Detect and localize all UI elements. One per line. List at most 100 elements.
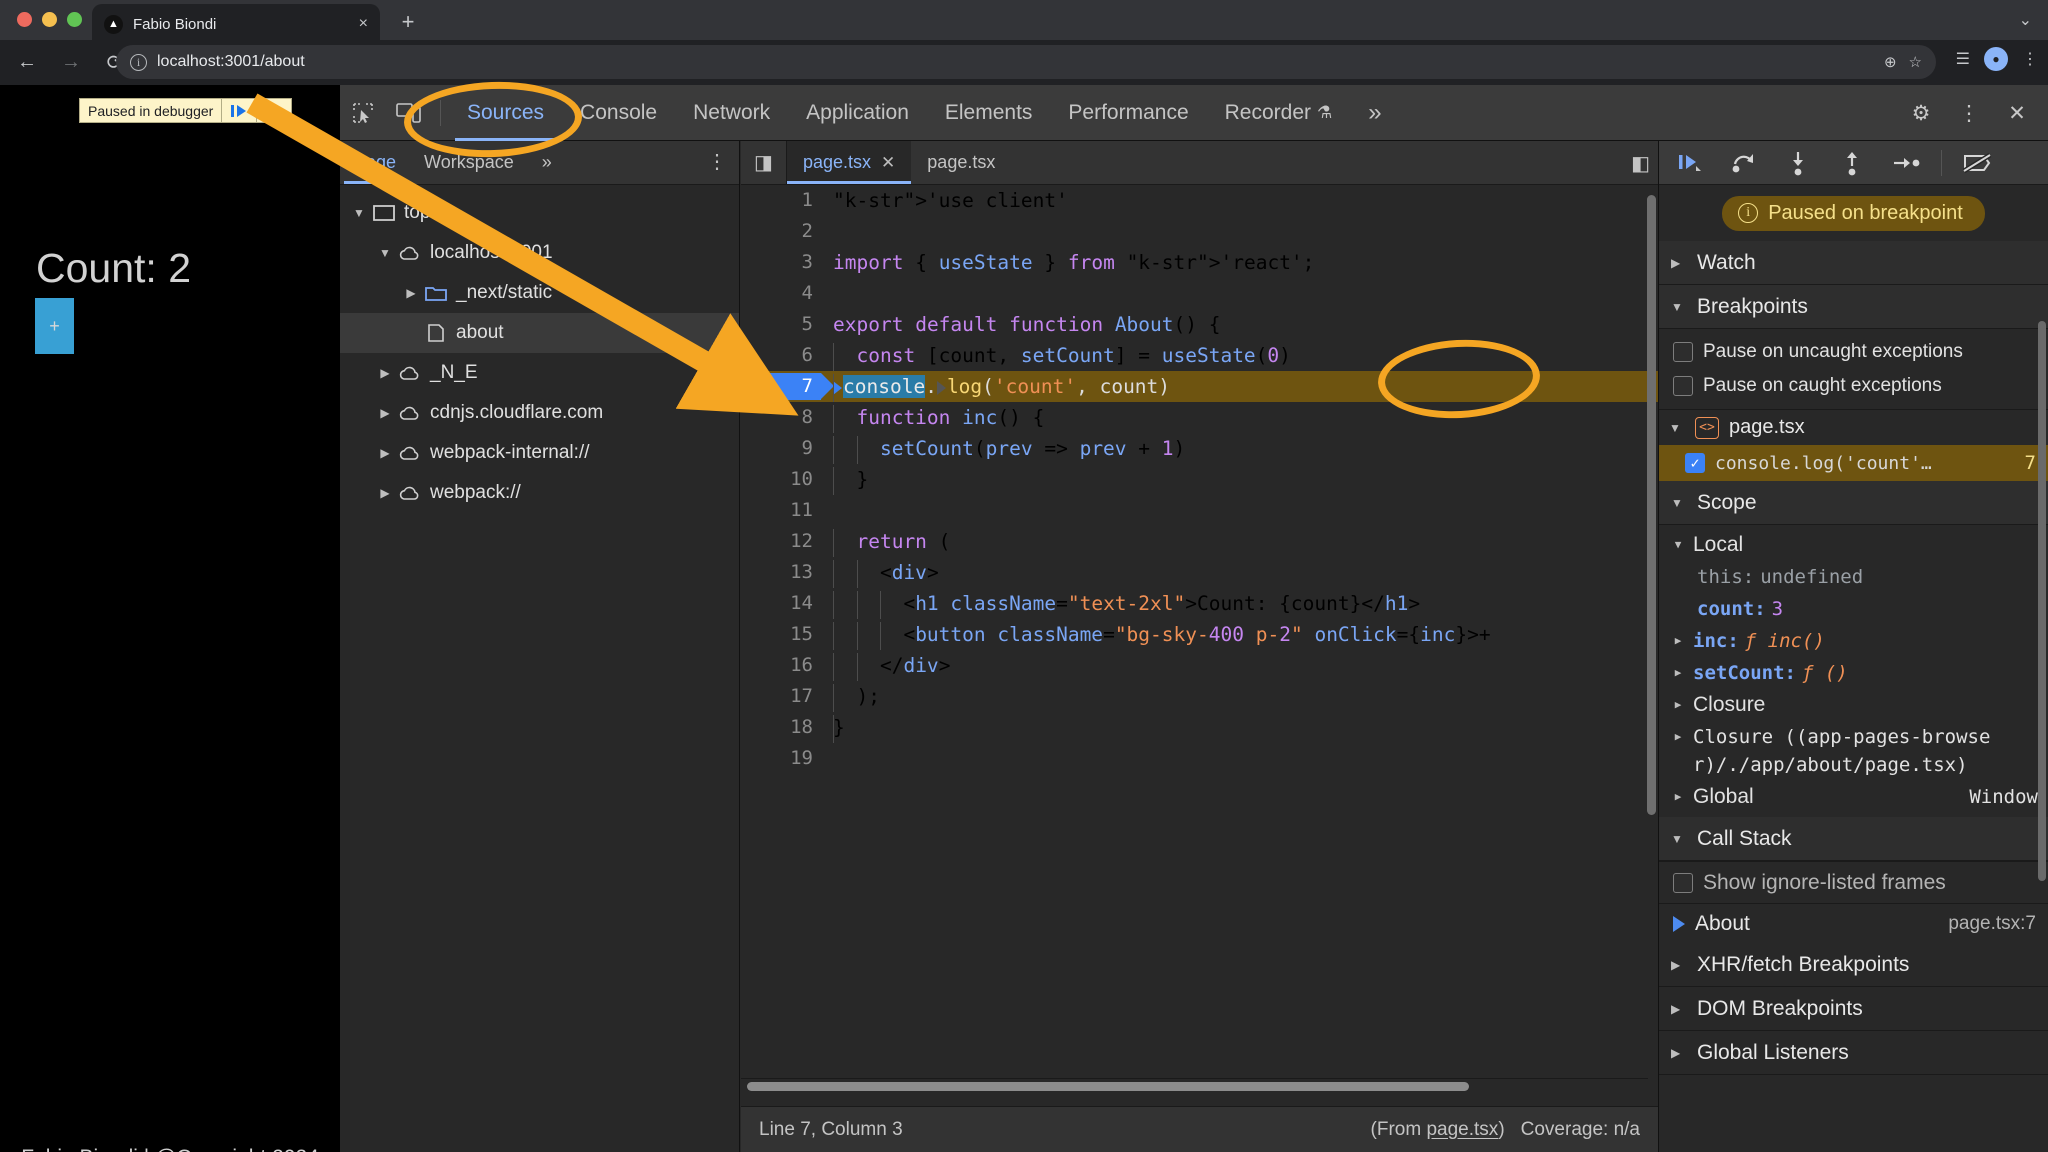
close-icon[interactable]: ✕: [881, 153, 895, 173]
section-breakpoints[interactable]: ▼ Breakpoints: [1659, 285, 2048, 329]
breakpoint-file-group[interactable]: ▼ <> page.tsx: [1659, 409, 2048, 445]
editor-vertical-scrollbar[interactable]: [1647, 195, 1656, 815]
line-number[interactable]: 12: [741, 526, 813, 557]
code-line[interactable]: 12 return (: [741, 526, 1658, 557]
line-number[interactable]: 1: [741, 185, 813, 216]
tree-item-next-static[interactable]: ▶ _next/static: [340, 273, 739, 313]
editor-tab-page-tsx-second[interactable]: page.tsx: [911, 141, 1011, 184]
extensions-icon[interactable]: ☰: [1956, 49, 1970, 69]
line-number[interactable]: 19: [741, 743, 813, 774]
browser-menu-icon[interactable]: ⋮: [2022, 49, 2038, 69]
tab-application[interactable]: Application: [788, 85, 927, 141]
resume-script-button[interactable]: [222, 103, 256, 119]
step-over-button[interactable]: [1717, 143, 1771, 183]
tab-elements[interactable]: Elements: [927, 85, 1051, 141]
kebab-menu-icon[interactable]: ⋮: [1948, 92, 1990, 134]
line-number[interactable]: 8: [741, 402, 813, 433]
deactivate-breakpoints-button[interactable]: [1950, 143, 2004, 183]
tree-item-webpack[interactable]: ▶ webpack://: [340, 473, 739, 513]
navigator-kebab-icon[interactable]: ⋮: [703, 149, 731, 174]
gear-icon[interactable]: ⚙: [1900, 92, 1942, 134]
checkbox[interactable]: [1673, 342, 1693, 362]
code-line[interactable]: 8 function inc() {: [741, 402, 1658, 433]
line-number[interactable]: 14: [741, 588, 813, 619]
navigator-tab-page[interactable]: Page: [340, 141, 410, 184]
line-number[interactable]: 17: [741, 681, 813, 712]
minimize-window-button[interactable]: [42, 12, 57, 27]
checkbox[interactable]: [1673, 872, 1693, 893]
chevron-down-icon[interactable]: ▼: [348, 206, 370, 220]
chevron-right-icon[interactable]: ▶: [374, 486, 396, 500]
line-number[interactable]: 2: [741, 216, 813, 247]
line-number[interactable]: 18: [741, 712, 813, 743]
dock-panel-icon[interactable]: ◧: [1631, 151, 1650, 176]
scrollbar-thumb[interactable]: [747, 1082, 1469, 1091]
call-stack-frame[interactable]: About page.tsx:7: [1659, 903, 2048, 943]
code-line[interactable]: 9 setCount(prev => prev + 1): [741, 433, 1658, 464]
line-number[interactable]: 3: [741, 247, 813, 278]
editor-tab-page-tsx-active[interactable]: page.tsx ✕: [787, 141, 912, 184]
code-line[interactable]: 16 </div>: [741, 650, 1658, 681]
line-number[interactable]: 11: [741, 495, 813, 526]
chevron-down-icon[interactable]: ⌄: [2019, 10, 2032, 30]
avatar[interactable]: ●: [1984, 47, 2008, 71]
line-number[interactable]: 10: [741, 464, 813, 495]
step-button[interactable]: [1879, 143, 1933, 183]
chevron-right-icon[interactable]: ▶: [400, 286, 422, 300]
tab-performance[interactable]: Performance: [1050, 85, 1206, 141]
code-line[interactable]: 3 import { useState } from "k-str">'react…: [741, 247, 1658, 278]
code-line[interactable]: 17 );: [741, 681, 1658, 712]
line-number[interactable]: 15: [741, 619, 813, 650]
section-global-listeners[interactable]: ▶ Global Listeners: [1659, 1031, 2048, 1075]
close-window-button[interactable]: [17, 12, 32, 27]
scope-entry-setcount[interactable]: ▶ setCount: ƒ (): [1659, 657, 2048, 689]
pause-caught-exceptions-option[interactable]: Pause on caught exceptions: [1659, 369, 2048, 403]
maximize-window-button[interactable]: [67, 12, 82, 27]
new-tab-button[interactable]: +: [395, 10, 421, 36]
code-line[interactable]: 10 }: [741, 464, 1658, 495]
zoom-icon[interactable]: ⊕: [1884, 53, 1897, 71]
code-line[interactable]: 2: [741, 216, 1658, 247]
code-line[interactable]: 11: [741, 495, 1658, 526]
tab-network[interactable]: Network: [675, 85, 788, 141]
resume-button[interactable]: [1663, 143, 1717, 183]
line-number[interactable]: 9: [741, 433, 813, 464]
show-ignore-listed-frames-option[interactable]: Show ignore-listed frames: [1659, 861, 2048, 903]
code-line[interactable]: 19: [741, 743, 1658, 774]
tree-item-top[interactable]: ▼ top: [340, 193, 739, 233]
breakpoint-item[interactable]: ✓ console.log('count'… 7: [1659, 445, 2048, 481]
code-line[interactable]: 1 "k-str">'use client': [741, 185, 1658, 216]
tree-item-webpack-internal[interactable]: ▶ webpack-internal://: [340, 433, 739, 473]
chevron-right-icon[interactable]: ▶: [374, 406, 396, 420]
line-number[interactable]: 4: [741, 278, 813, 309]
section-scope[interactable]: ▼ Scope: [1659, 481, 2048, 525]
chevron-right-icon[interactable]: ▶: [374, 446, 396, 460]
tree-item-n-e[interactable]: ▶ _N_E: [340, 353, 739, 393]
checkbox[interactable]: ✓: [1685, 453, 1705, 473]
step-out-button[interactable]: [1825, 143, 1879, 183]
source-file-link[interactable]: page.tsx: [1426, 1119, 1498, 1140]
editor-horizontal-scrollbar[interactable]: [741, 1078, 1648, 1092]
code-line[interactable]: 14 <h1 className="text-2xl">Count: {coun…: [741, 588, 1658, 619]
line-number[interactable]: 5: [741, 309, 813, 340]
tree-item-localhost-3001[interactable]: ▼ localhost:3001: [340, 233, 739, 273]
section-watch[interactable]: ▶ Watch: [1659, 241, 2048, 285]
tree-item-about[interactable]: about: [340, 313, 739, 353]
close-icon[interactable]: ✕: [1996, 92, 2038, 134]
more-tabs-button[interactable]: »: [1350, 99, 1399, 127]
code-line[interactable]: 18}: [741, 712, 1658, 743]
checkbox[interactable]: [1673, 376, 1693, 396]
scope-group-closure-detail[interactable]: ▶ Closure ((app-pages-browser)/./app/abo…: [1659, 721, 2048, 781]
debugger-scrollbar[interactable]: [2038, 321, 2046, 881]
chevron-right-icon[interactable]: ▶: [374, 366, 396, 380]
pause-uncaught-exceptions-option[interactable]: Pause on uncaught exceptions: [1659, 335, 2048, 369]
chevron-down-icon[interactable]: ▼: [374, 246, 396, 260]
section-call-stack[interactable]: ▼ Call Stack: [1659, 817, 2048, 861]
section-dom-breakpoints[interactable]: ▶ DOM Breakpoints: [1659, 987, 2048, 1031]
increment-button[interactable]: +: [35, 298, 74, 354]
browser-tab[interactable]: ▲ Fabio Biondi ×: [92, 4, 380, 44]
code-line[interactable]: 13 <div>: [741, 557, 1658, 588]
scope-group-global[interactable]: ▶ Global Window: [1659, 781, 2048, 813]
close-icon[interactable]: ×: [359, 15, 368, 33]
scope-entry-inc[interactable]: ▶ inc: ƒ inc(): [1659, 625, 2048, 657]
